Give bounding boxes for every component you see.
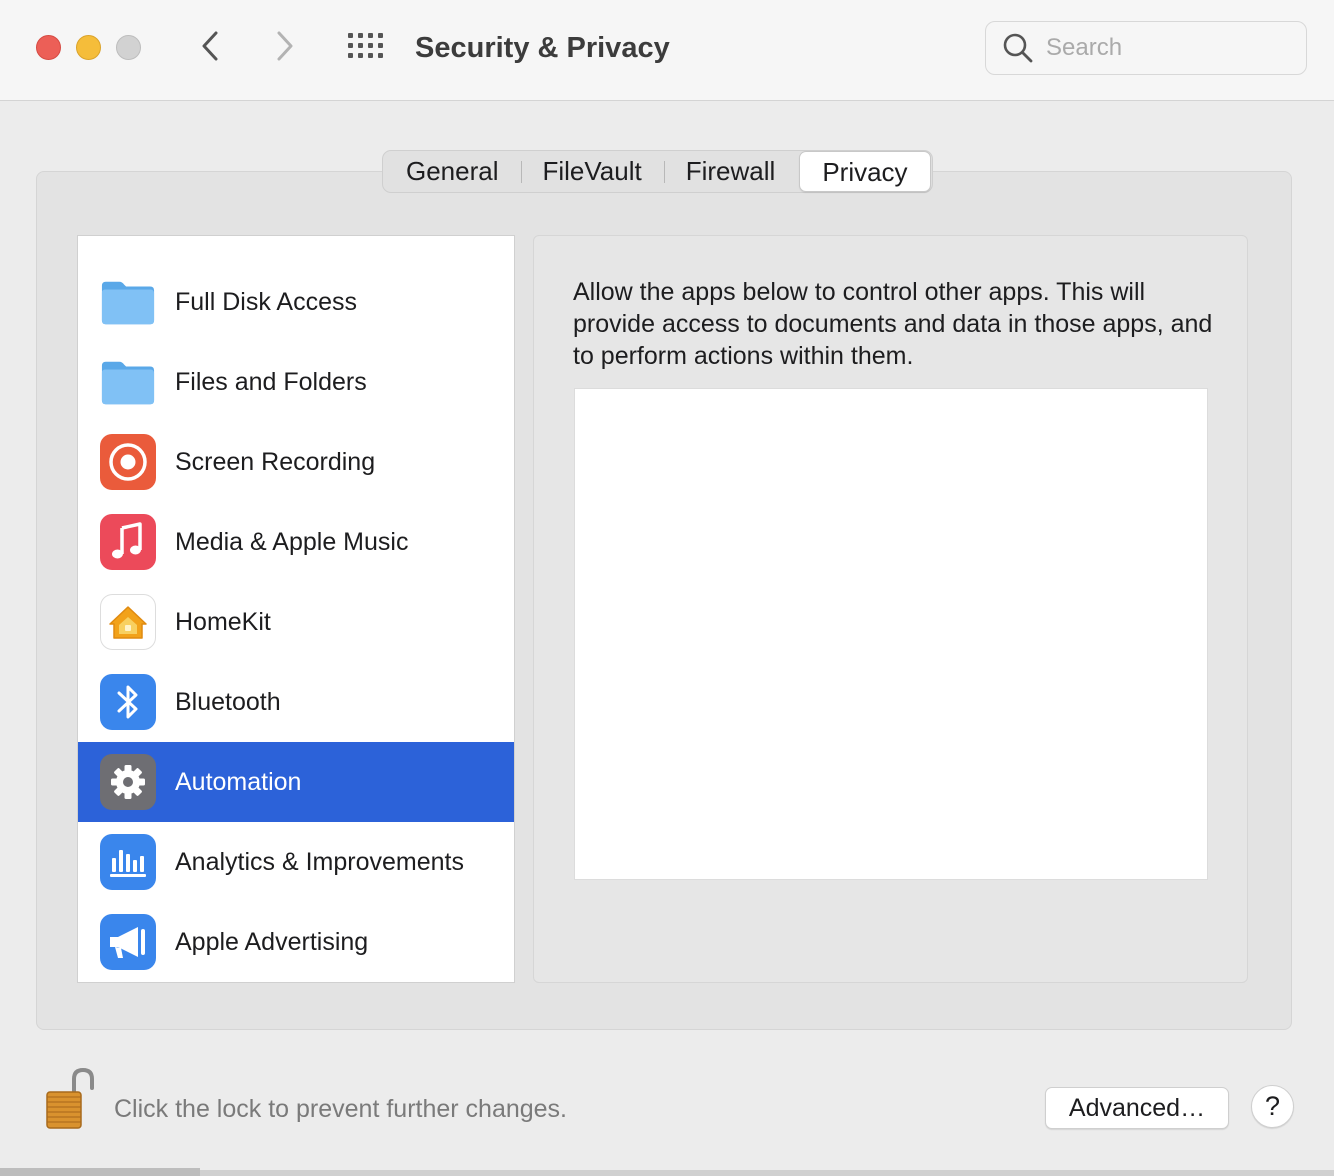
show-all-button[interactable]: [345, 30, 387, 66]
zoom-window-button[interactable]: [116, 35, 141, 60]
privacy-category-list[interactable]: Full Disk Access Files and Folders Scree…: [77, 235, 515, 983]
help-button[interactable]: ?: [1251, 1085, 1294, 1128]
sidebar-item-files-and-folders[interactable]: Files and Folders: [78, 342, 514, 422]
tab-bar: General FileVault Firewall Privacy: [382, 150, 933, 193]
sidebar-item-label: Analytics & Improvements: [175, 847, 464, 876]
minimize-window-button[interactable]: [76, 35, 101, 60]
close-window-button[interactable]: [36, 35, 61, 60]
sidebar-item-screen-recording[interactable]: Screen Recording: [78, 422, 514, 502]
lock-status-text: Click the lock to prevent further change…: [114, 1095, 568, 1123]
automation-description: Allow the apps below to control other ap…: [573, 278, 1213, 370]
sidebar-item-bluetooth[interactable]: Bluetooth: [78, 662, 514, 742]
advanced-button[interactable]: Advanced…: [1045, 1087, 1229, 1129]
forward-button[interactable]: [268, 30, 302, 66]
sidebar-item-label: Apple Advertising: [175, 927, 369, 956]
lock-button[interactable]: [44, 1066, 96, 1130]
unlocked-padlock-icon: [44, 1067, 96, 1134]
music-note-icon: [100, 514, 156, 570]
title-bar: Security & Privacy: [0, 0, 1334, 101]
tab-firewall[interactable]: Firewall: [663, 151, 798, 192]
sidebar-item-analytics-improvements[interactable]: Analytics & Improvements: [78, 822, 514, 902]
window-title: Security & Privacy: [415, 32, 670, 64]
search-icon: [1002, 31, 1036, 65]
automation-app-list[interactable]: [574, 388, 1208, 880]
window-edge: [200, 1170, 1334, 1176]
sidebar-item-label: Screen Recording: [175, 447, 376, 476]
tab-privacy[interactable]: Privacy: [799, 151, 931, 192]
sidebar-item-label: Media & Apple Music: [175, 527, 409, 556]
analytics-bars-icon: [100, 834, 156, 890]
search-field[interactable]: [985, 21, 1307, 75]
bluetooth-icon: [100, 674, 156, 730]
sidebar-item-homekit[interactable]: HomeKit: [78, 582, 514, 662]
folder-icon: [100, 274, 156, 330]
gear-icon: [100, 754, 156, 810]
tab-filevault[interactable]: FileVault: [520, 151, 664, 192]
sidebar-item-label: Full Disk Access: [175, 287, 357, 316]
tab-general[interactable]: General: [384, 151, 521, 192]
megaphone-icon: [100, 914, 156, 970]
back-button[interactable]: [193, 30, 227, 66]
sidebar-item-label: HomeKit: [175, 607, 271, 636]
sidebar-item-full-disk-access[interactable]: Full Disk Access: [78, 262, 514, 342]
homekit-house-icon: [100, 594, 156, 650]
folder-icon: [100, 354, 156, 410]
chevron-right-icon: [275, 30, 295, 67]
detail-pane: Allow the apps below to control other ap…: [533, 235, 1248, 983]
sidebar-item-media-apple-music[interactable]: Media & Apple Music: [78, 502, 514, 582]
screen-recording-icon: [100, 434, 156, 490]
sidebar-item-automation[interactable]: Automation: [78, 742, 514, 822]
sidebar-item-apple-advertising[interactable]: Apple Advertising: [78, 902, 514, 982]
sidebar-item-label: Bluetooth: [175, 687, 281, 716]
sidebar-item-label: Files and Folders: [175, 367, 367, 396]
show-all-grid-icon: [347, 32, 385, 65]
window-edge: [0, 1168, 200, 1176]
sidebar-item-label: Automation: [175, 767, 302, 796]
search-input[interactable]: [1046, 34, 1286, 62]
chevron-left-icon: [200, 30, 220, 67]
